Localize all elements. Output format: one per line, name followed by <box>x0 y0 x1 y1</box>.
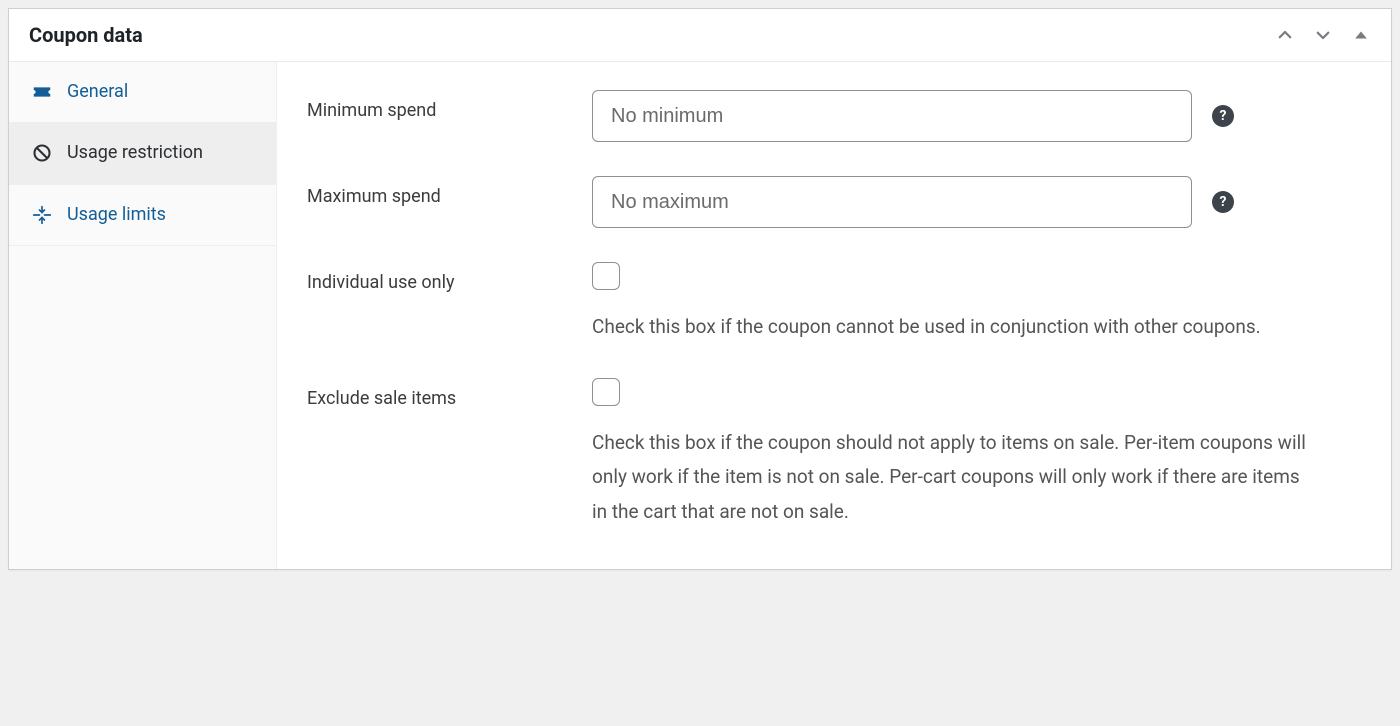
field-row-individual-use: Individual use only Check this box if th… <box>307 262 1361 344</box>
exclude-sale-description: Check this box if the coupon should not … <box>592 426 1312 529</box>
panel-header: Coupon data <box>9 9 1391 62</box>
individual-use-description: Check this box if the coupon cannot be u… <box>592 310 1312 344</box>
tab-usage-restriction-label: Usage restriction <box>67 141 254 165</box>
contract-icon <box>31 204 53 226</box>
field-row-maximum-spend: Maximum spend ? <box>307 176 1361 228</box>
maximum-spend-label: Maximum spend <box>307 176 592 207</box>
move-up-icon[interactable] <box>1275 25 1295 45</box>
maximum-spend-input[interactable] <box>592 176 1192 228</box>
tab-usage-limits-label: Usage limits <box>67 203 254 227</box>
tab-content: Minimum spend ? Maximum spend ? <box>277 62 1391 569</box>
ticket-icon <box>31 81 53 103</box>
individual-use-checkbox[interactable] <box>592 262 620 290</box>
coupon-tabs: General Usage restriction Usage limits <box>9 62 277 569</box>
help-icon[interactable]: ? <box>1212 191 1234 213</box>
exclude-sale-label: Exclude sale items <box>307 378 592 409</box>
minimum-spend-label: Minimum spend <box>307 90 592 121</box>
ban-icon <box>31 142 53 164</box>
panel-body: General Usage restriction Usage limits M… <box>9 62 1391 569</box>
coupon-data-panel: Coupon data General <box>8 8 1392 570</box>
field-row-exclude-sale: Exclude sale items Check this box if the… <box>307 378 1361 529</box>
move-down-icon[interactable] <box>1313 25 1333 45</box>
collapse-toggle-icon[interactable] <box>1351 25 1371 45</box>
help-icon[interactable]: ? <box>1212 105 1234 127</box>
minimum-spend-input[interactable] <box>592 90 1192 142</box>
tab-general-label: General <box>67 80 254 104</box>
panel-header-controls <box>1275 25 1371 45</box>
exclude-sale-checkbox[interactable] <box>592 378 620 406</box>
tab-usage-restriction[interactable]: Usage restriction <box>9 123 276 184</box>
panel-title: Coupon data <box>29 23 143 47</box>
individual-use-label: Individual use only <box>307 262 592 293</box>
tab-usage-limits[interactable]: Usage limits <box>9 185 276 246</box>
tab-general[interactable]: General <box>9 62 276 123</box>
field-row-minimum-spend: Minimum spend ? <box>307 90 1361 142</box>
